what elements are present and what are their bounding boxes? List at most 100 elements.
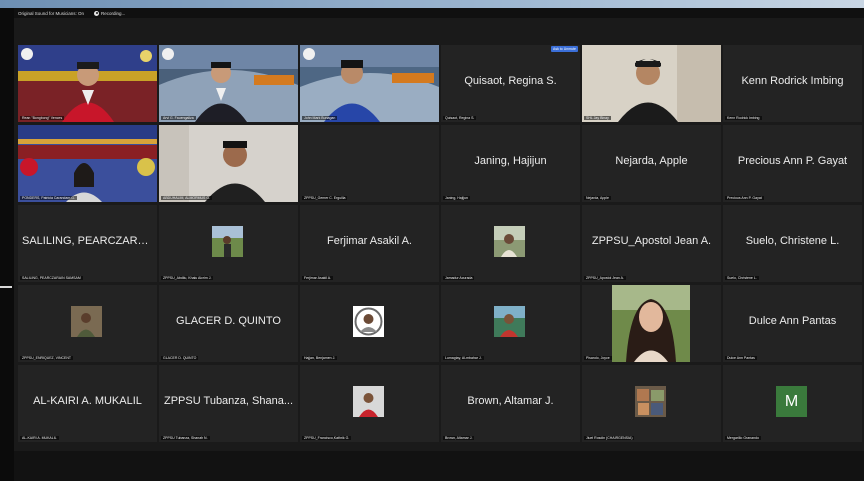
participant-name: Janing, Hajijun (443, 196, 470, 200)
profile-picture (635, 386, 666, 417)
participant-tile[interactable]: Precious Ann P. Gayat Precious Ann P. Ga… (723, 125, 862, 202)
profile-picture (212, 226, 243, 257)
participant-video (159, 125, 298, 202)
participant-tile[interactable]: John Mark Bunagan (300, 45, 439, 122)
participant-name: Mergarillo Granando (725, 436, 761, 440)
desktop-wallpaper (0, 0, 864, 8)
meeting-top-bar: Original Sound for Musicians: On Recordi… (14, 8, 864, 18)
participant-tile[interactable]: AL-KAIRI A. MUKALIL AL-KAIRI A. MUKALIL (18, 365, 157, 442)
meeting-window: Original Sound for Musicians: On Recordi… (14, 8, 864, 481)
participant-display-name: Dulce Ann Pantas (748, 315, 837, 327)
profile-picture (353, 386, 384, 417)
participant-name: Jamadur Acurada (443, 276, 475, 280)
participant-name: Kenn Rodrick Imbing (725, 116, 762, 120)
participant-tile[interactable]: ABDUHALIM, ALMORMUS G. (159, 125, 298, 202)
participant-name: Ferjimar Asakil A. (302, 276, 334, 280)
participant-display-name: Ferjimar Asakil A. (327, 235, 412, 247)
participant-name: Quisaot, Regina S. (443, 116, 477, 120)
participant-display-name: Precious Ann P. Gayat (737, 155, 848, 167)
participant-tile[interactable]: ZPPSU_ENRIQUEZ, VINCENT (18, 285, 157, 362)
participant-tile[interactable]: SALILING, PEARCZARA... SALILING, PEARCZA… (18, 205, 157, 282)
participant-tile[interactable]: Suelo, Christene L. Suelo, Christene L. (723, 205, 862, 282)
record-icon (94, 10, 100, 16)
participant-video (582, 45, 721, 122)
participant-tile[interactable]: Jamadur Acurada (441, 205, 580, 282)
participant-display-name: Suelo, Christene L. (745, 235, 840, 247)
participant-name: Jiuel Rosdin (CHAIRGENSIA) (584, 436, 635, 440)
participant-tile[interactable]: GLACER D. QUINTO GLACER D. QUINTO (159, 285, 298, 362)
participant-name: Brown, Altamar J. (443, 436, 475, 440)
participant-name: ZPPSU Tubanza, Shanah N. (161, 436, 210, 440)
participant-tile[interactable]: Pisando, Joyce (582, 285, 721, 362)
meeting-controls-bar (14, 451, 864, 481)
participant-name: Rean "Bongbong" Vences (20, 116, 65, 120)
participant-name: Hajjan, Benjamen J. (302, 356, 338, 360)
participant-display-name: SALILING, PEARCZARA... (22, 235, 153, 247)
participant-tile[interactable]: Nejarda, Apple Nejarda, Apple (582, 125, 721, 202)
side-marker (0, 286, 12, 288)
participant-name: ABDUHALIM, ALMORMUS G. (161, 196, 213, 200)
participant-name: PONDERS, Patricia Carandam G. (20, 196, 77, 200)
participant-video (18, 125, 157, 202)
participant-tile[interactable]: Lumagtay, Al-mbahar J. (441, 285, 580, 362)
participant-display-name: Janing, Hajijun (474, 155, 547, 167)
participant-tile[interactable]: Ferjimar Asakil A. Ferjimar Asakil A. (300, 205, 439, 282)
participant-tile[interactable]: Janing, Hajijun Janing, Hajijun (441, 125, 580, 202)
participant-display-name: ZPPSU_Apostol Jean A. (591, 235, 712, 247)
participant-tile[interactable]: ZPPSU_Apostol Jean A. ZPPSU_Apostol Jean… (582, 205, 721, 282)
participant-display-name: Brown, Altamar J. (467, 395, 554, 407)
participant-name: GLACER D. QUINTO (161, 356, 199, 360)
participant-name: Precious Ann P. Gayat (725, 196, 764, 200)
profile-picture (494, 226, 525, 257)
participant-name: Nejarda, Apple (584, 196, 611, 200)
participant-name: Pisando, Joyce (584, 356, 612, 360)
profile-picture (353, 306, 384, 337)
recording-indicator[interactable]: Recording... (94, 10, 126, 16)
participant-video (159, 45, 298, 122)
participant-tile[interactable]: Kenn Rodrick Imbing Kenn Rodrick Imbing (723, 45, 862, 122)
ask-to-unmute-button[interactable]: Ask to Unmute (551, 46, 578, 52)
participant-name: ZPPSU_Gemer C. Erguilla (302, 196, 348, 200)
participant-display-name: AL-KAIRI A. MUKALIL (33, 395, 142, 407)
participant-tile-active-speaker[interactable]: SHL Jay Binay (582, 45, 721, 122)
participant-name: Lumagtay, Al-mbahar J. (443, 356, 484, 360)
participant-name: ZPPSU_Abdilu, Khalu Aicrim J. (161, 276, 214, 280)
participant-tile[interactable]: Arvi G. Fauengaliza (159, 45, 298, 122)
participant-display-name: Nejarda, Apple (615, 155, 688, 167)
gallery-view: Rean "Bongbong" Vences Arvi G. Fauengali… (18, 45, 862, 449)
participant-tile[interactable]: Ask to Unmute Quisaot, Regina S. Quisaot… (441, 45, 580, 122)
participant-display-name: Kenn Rodrick Imbing (741, 75, 844, 87)
participant-name: AL-KAIRI A. MUKALIL (20, 436, 59, 440)
participant-tile[interactable]: ZPPSU_Gemer C. Erguilla (300, 125, 439, 202)
participant-tile[interactable]: M Mergarillo Granando (723, 365, 862, 442)
participant-video (18, 45, 157, 122)
profile-picture (494, 306, 525, 337)
participant-video (300, 45, 439, 122)
participant-display-name: ZPPSU Tubanza, Shana... (163, 395, 294, 407)
participant-video (582, 285, 721, 362)
participant-name: SHL Jay Binay (584, 116, 611, 120)
participant-name: ZPPSU_Apostol Jean A. (584, 276, 626, 280)
participant-tile[interactable]: ZPPSU_Abdilu, Khalu Aicrim J. (159, 205, 298, 282)
participant-name: Arvi G. Fauengaliza (161, 116, 196, 120)
recording-label: Recording... (101, 10, 126, 16)
participant-tile[interactable]: ZPPSU_Francisco,Kathrik G. (300, 365, 439, 442)
original-sound-toggle[interactable]: Original Sound for Musicians: On (18, 11, 84, 16)
participant-name: Dulce Ann Pantas (725, 356, 757, 360)
participant-name: John Mark Bunagan (302, 116, 338, 120)
participant-tile[interactable]: Jiuel Rosdin (CHAIRGENSIA) (582, 365, 721, 442)
participant-tile[interactable]: Dulce Ann Pantas Dulce Ann Pantas (723, 285, 862, 362)
participant-tile[interactable]: Brown, Altamar J. Brown, Altamar J. (441, 365, 580, 442)
participant-name: Suelo, Christene L. (725, 276, 759, 280)
participant-name: ZPPSU_ENRIQUEZ, VINCENT (20, 356, 74, 360)
participant-tile[interactable]: Hajjan, Benjamen J. (300, 285, 439, 362)
participant-tile[interactable]: PONDERS, Patricia Carandam G. (18, 125, 157, 202)
profile-picture (71, 306, 102, 337)
participant-tile[interactable]: Rean "Bongbong" Vences (18, 45, 157, 122)
participant-display-name: Quisaot, Regina S. (464, 75, 557, 87)
participant-display-name: GLACER D. QUINTO (176, 315, 281, 327)
participant-name: ZPPSU_Francisco,Kathrik G. (302, 436, 352, 440)
participant-tile[interactable]: ZPPSU Tubanza, Shana... ZPPSU Tubanza, S… (159, 365, 298, 442)
desktop-edge (0, 8, 14, 481)
avatar-initial: M (776, 386, 807, 417)
